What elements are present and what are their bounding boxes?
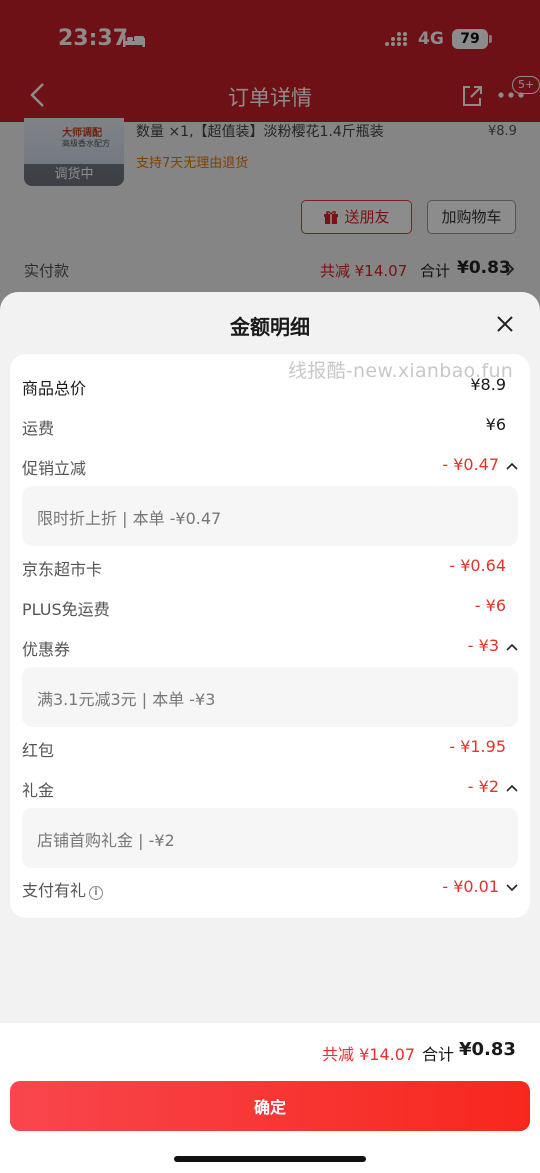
row-value: - ¥3 [467, 636, 499, 655]
home-indicator[interactable] [174, 1156, 366, 1162]
coupon-detail-text: 满3.1元减3元 | 本单 -¥3 [37, 690, 216, 709]
gift-money-detail-text: 店铺首购礼金 | -¥2 [37, 831, 175, 850]
payment-reward-label: 支付有礼 [22, 881, 87, 900]
row-label: 运费 [22, 419, 55, 438]
confirm-button[interactable]: 确定 [10, 1081, 530, 1131]
row-shipping: 运费 ¥6 [10, 406, 530, 446]
watermark: 线报酷-new.xianbao.fun [288, 360, 514, 382]
row-plus-free-shipping: PLUS免运费 - ¥6 [10, 587, 530, 627]
row-value: - ¥0.01 [442, 877, 499, 896]
info-icon[interactable]: i [89, 886, 104, 900]
chevron-up-icon[interactable] [506, 783, 518, 793]
row-label: 京东超市卡 [22, 560, 103, 579]
row-label: 促销立减 [22, 459, 87, 478]
row-label: 支付有礼 i [22, 877, 104, 901]
close-icon[interactable] [495, 314, 515, 334]
promotion-detail: 限时折上折 | 本单 -¥0.47 [22, 486, 518, 546]
row-gift-money[interactable]: 礼金 - ¥2 [10, 768, 530, 808]
footer-total-label: 合计 [422, 1045, 455, 1064]
footer-discount: 共减 ¥14.07 [322, 1045, 416, 1064]
chevron-up-icon[interactable] [506, 642, 518, 652]
row-label: PLUS免运费 [22, 600, 110, 619]
amount-detail-card: 商品总价 ¥8.9 运费 ¥6 促销立减 - ¥0.47 限时折上折 | 本单 … [10, 354, 530, 918]
row-supermarket-card: 京东超市卡 - ¥0.64 [10, 547, 530, 587]
row-label: 商品总价 [22, 379, 87, 398]
row-label: 优惠券 [22, 640, 71, 659]
promotion-detail-text: 限时折上折 | 本单 -¥0.47 [37, 509, 222, 528]
sheet-footer: 共减 ¥14.07 合计 ¥0.83 确定 [0, 1023, 540, 1173]
row-value: - ¥6 [474, 596, 506, 615]
sheet-title: 金额明细 [230, 315, 310, 339]
amount-detail-sheet: 金额明细 商品总价 ¥8.9 运费 ¥6 促销立减 - ¥0.47 限时折上折 … [0, 292, 540, 1173]
row-value: - ¥1.95 [449, 737, 506, 756]
row-coupon[interactable]: 优惠券 - ¥3 [10, 627, 530, 667]
gift-money-detail: 店铺首购礼金 | -¥2 [22, 808, 518, 868]
row-red-packet: 红包 - ¥1.95 [10, 728, 530, 768]
row-label: 红包 [22, 741, 55, 760]
coupon-detail: 满3.1元减3元 | 本单 -¥3 [22, 667, 518, 727]
row-label: 礼金 [22, 781, 55, 800]
row-value: - ¥0.64 [449, 556, 506, 575]
row-value: - ¥2 [467, 777, 499, 796]
row-payment-reward[interactable]: 支付有礼 i - ¥0.01 [10, 868, 530, 908]
footer-total: ¥0.83 [459, 1039, 516, 1060]
row-promotion[interactable]: 促销立减 - ¥0.47 [10, 446, 530, 486]
row-value: ¥6 [485, 415, 506, 434]
chevron-up-icon[interactable] [506, 461, 518, 471]
row-value: - ¥0.47 [442, 455, 499, 474]
chevron-down-icon[interactable] [506, 883, 518, 893]
